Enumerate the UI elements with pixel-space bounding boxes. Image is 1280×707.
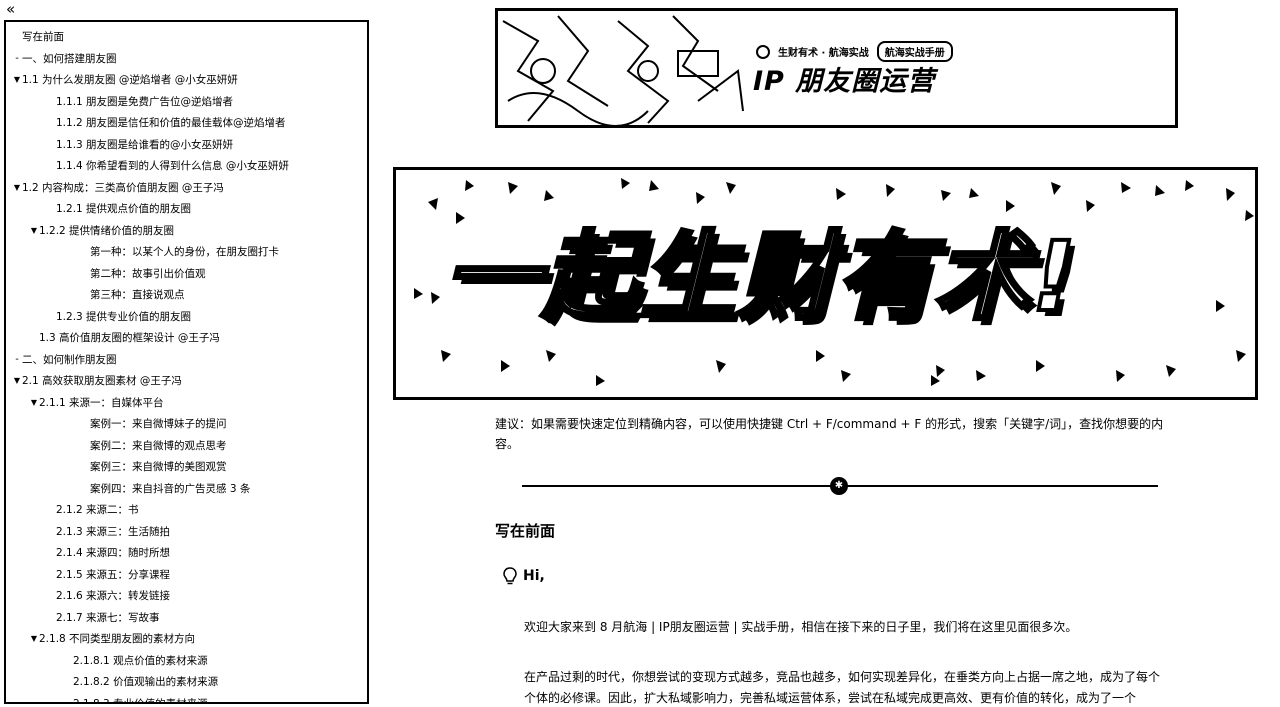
intro-paragraph-2: 在产品过剩的时代，你想尝试的变现方式越多，竞品也越多，如何实现差异化，在垂类方向… [524, 670, 1161, 705]
lightbulb-icon [503, 567, 517, 585]
toc-expand-toggle-icon[interactable]: ▼ [29, 398, 39, 407]
toc-item-label[interactable]: 1.1.2 朋友圈是信任和价值的最佳载体@逆焰增者 [56, 115, 286, 130]
toc-expand-toggle-icon[interactable]: ▼ [12, 75, 22, 84]
toc-item-label[interactable]: 2.1.5 来源五：分享课程 [56, 567, 170, 582]
toc-item[interactable]: 2.1.5 来源五：分享课程 [6, 564, 367, 586]
search-tip: 建议：如果需要快速定位到精确内容，可以使用快捷键 Ctrl + F/comman… [495, 417, 1164, 451]
toc-item-label[interactable]: 2.1 高效获取朋友圈素材 @王子冯 [22, 373, 182, 388]
toc-item[interactable]: 1.1.1 朋友圈是免费广告位@逆焰增者 [6, 91, 367, 113]
toc-item[interactable]: 2.1.3 来源三：生活随拍 [6, 521, 367, 543]
toc-expand-toggle-icon[interactable]: - [12, 354, 22, 365]
toc-item-label[interactable]: 1.1.1 朋友圈是免费广告位@逆焰增者 [56, 94, 233, 109]
divider-knot-icon: ✱ [830, 477, 848, 495]
banner-doodle-illustration [502, 15, 744, 125]
toc-item[interactable]: 1.2.3 提供专业价值的朋友圈 [6, 306, 367, 328]
toc-item[interactable]: 1.3 高价值朋友圈的框架设计 @王子冯 [6, 327, 367, 349]
toc-expand-toggle-icon[interactable]: ▼ [12, 376, 22, 385]
toc-item[interactable]: 1.1.3 朋友圈是给谁看的@小女巫妍妍 [6, 134, 367, 156]
toc-item[interactable]: 第一种：以某个人的身份，在朋友圈打卡 [6, 241, 367, 263]
toc-item[interactable]: 1.1.4 你希望看到的人得到什么信息 @小女巫妍妍 [6, 155, 367, 177]
toc-item-label[interactable]: 案例二：来自微博的观点思考 [90, 438, 227, 453]
toc-item-label[interactable]: 1.1 为什么发朋友圈 @逆焰增者 @小女巫妍妍 [22, 72, 238, 87]
toc-item[interactable]: 案例三：来自微博的美图观赏 [6, 456, 367, 478]
toc-list: 写在前面 - 一、如何搭建朋友圈 ▼ 1.1 为什么发朋友圈 @逆焰增者 @小女巫妍妍 1… [6, 22, 367, 702]
toc-item-label[interactable]: 2.1.7 来源七：写故事 [56, 610, 160, 625]
toc-item[interactable]: 1.2.1 提供观点价值的朋友圈 [6, 198, 367, 220]
toc-item[interactable]: - 一、如何搭建朋友圈 [6, 48, 367, 70]
toc-item[interactable]: 2.1.8.1 观点价值的素材来源 [6, 650, 367, 672]
toc-item-label[interactable]: 2.1.8.2 价值观输出的素材来源 [73, 674, 218, 689]
toc-item[interactable]: 2.1.4 来源四：随时所想 [6, 542, 367, 564]
toc-item[interactable]: 第二种：故事引出价值观 [6, 263, 367, 285]
section-heading: 写在前面 [495, 522, 556, 540]
toc-item-label[interactable]: 写在前面 [22, 29, 64, 44]
toc-item-label[interactable]: 2.1.8.1 观点价值的素材来源 [73, 653, 208, 668]
toc-item[interactable]: 写在前面 [6, 26, 367, 48]
toc-item[interactable]: 2.1.2 来源二：书 [6, 499, 367, 521]
toc-item[interactable]: 案例四：来自抖音的广告灵感 3 条 [6, 478, 367, 500]
toc-item[interactable]: 案例二：来自微博的观点思考 [6, 435, 367, 457]
toc-item-label[interactable]: 第二种：故事引出价值观 [90, 266, 206, 281]
toc-item-label[interactable]: 2.1.1 来源一：自媒体平台 [39, 395, 164, 410]
toc-item-label[interactable]: 2.1.8.3 专业价值的素材来源 [73, 696, 208, 702]
greeting-text: Hi, [523, 568, 545, 584]
toc-item-label[interactable]: 2.1.4 来源四：随时所想 [56, 545, 170, 560]
toc-item-label[interactable]: 1.2 内容构成：三类高价值朋友圈 @王子冯 [22, 180, 224, 195]
toc-item-label[interactable]: 1.1.4 你希望看到的人得到什么信息 @小女巫妍妍 [56, 158, 289, 173]
toc-item-label[interactable]: 1.2.3 提供专业价值的朋友圈 [56, 309, 191, 324]
toc-item[interactable]: - 二、如何制作朋友圈 [6, 349, 367, 371]
collapse-toc-button[interactable]: « [6, 0, 15, 18]
banner-tag-primary: 生财有术 · 航海实战 [778, 48, 869, 59]
toc-item-label[interactable]: 二、如何制作朋友圈 [22, 352, 117, 367]
toc-item[interactable]: ▼ 1.1 为什么发朋友圈 @逆焰增者 @小女巫妍妍 [6, 69, 367, 91]
toc-item-label[interactable]: 2.1.6 来源六：转发链接 [56, 588, 170, 603]
toc-expand-toggle-icon[interactable]: ▼ [29, 226, 39, 235]
toc-item[interactable]: 2.1.7 来源七：写故事 [6, 607, 367, 629]
toc-expand-toggle-icon[interactable]: - [12, 53, 22, 64]
toc-item-label[interactable]: 1.1.3 朋友圈是给谁看的@小女巫妍妍 [56, 137, 233, 152]
toc-item-label[interactable]: 第一种：以某个人的身份，在朋友圈打卡 [90, 244, 279, 259]
toc-item-label[interactable]: 2.1.2 来源二：书 [56, 502, 139, 517]
toc-item-label[interactable]: 2.1.3 来源三：生活随拍 [56, 524, 170, 539]
toc-item-label[interactable]: 一、如何搭建朋友圈 [22, 51, 117, 66]
toc-item[interactable]: 2.1.8.3 专业价值的素材来源 [6, 693, 367, 702]
toc-item[interactable]: 案例一：来自微博妹子的提问 [6, 413, 367, 435]
toc-item-label[interactable]: 案例一：来自微博妹子的提问 [90, 416, 227, 431]
toc-item-label[interactable]: 案例三：来自微博的美图观赏 [90, 459, 227, 474]
slogan-banner-image: 一起生财有术! [393, 167, 1258, 400]
toc-item-label[interactable]: 第三种：直接说观点 [90, 287, 185, 302]
toc-item[interactable]: 第三种：直接说观点 [6, 284, 367, 306]
slogan-text: 一起生财有术! [442, 219, 1078, 335]
toc-expand-toggle-icon[interactable]: ▼ [12, 183, 22, 192]
banner-title: IP 朋友圈运营 [753, 66, 936, 97]
toc-item[interactable]: ▼ 2.1 高效获取朋友圈素材 @王子冯 [6, 370, 367, 392]
brand-logo-icon [756, 44, 770, 59]
toc-item[interactable]: ▼ 2.1.8 不同类型朋友圈的素材方向 [6, 628, 367, 650]
toc-item-label[interactable]: 1.2.1 提供观点价值的朋友圈 [56, 201, 191, 216]
toc-item-label[interactable]: 1.2.2 提供情绪价值的朋友圈 [39, 223, 174, 238]
toc-item[interactable]: 2.1.6 来源六：转发链接 [6, 585, 367, 607]
toc-item[interactable]: ▼ 1.2 内容构成：三类高价值朋友圈 @王子冯 [6, 177, 367, 199]
toc-item-label[interactable]: 1.3 高价值朋友圈的框架设计 @王子冯 [39, 330, 220, 345]
header-banner-image: 生财有术 · 航海实战 航海实战手册 IP 朋友圈运营 [495, 8, 1178, 128]
greeting-callout: Hi, [503, 567, 545, 585]
toc-item[interactable]: 2.1.8.2 价值观输出的素材来源 [6, 671, 367, 693]
toc-item[interactable]: ▼ 1.2.2 提供情绪价值的朋友圈 [6, 220, 367, 242]
toc-panel: 写在前面 - 一、如何搭建朋友圈 ▼ 1.1 为什么发朋友圈 @逆焰增者 @小女巫妍妍 1… [4, 20, 369, 704]
toc-item[interactable]: ▼ 2.1.1 来源一：自媒体平台 [6, 392, 367, 414]
toc-item[interactable]: 1.1.2 朋友圈是信任和价值的最佳载体@逆焰增者 [6, 112, 367, 134]
toc-item-label[interactable]: 2.1.8 不同类型朋友圈的素材方向 [39, 631, 195, 646]
toc-expand-toggle-icon[interactable]: ▼ [29, 634, 39, 643]
toc-item-label[interactable]: 案例四：来自抖音的广告灵感 3 条 [90, 481, 250, 496]
intro-paragraph-1: 欢迎大家来到 8 月航海 | IP朋友圈运营 | 实战手册，相信在接下来的日子里… [524, 620, 1078, 634]
section-divider: ✱ [522, 477, 1158, 495]
document-content: 生财有术 · 航海实战 航海实战手册 IP 朋友圈运营 一起生财有术! 建议：如… [370, 0, 1280, 707]
